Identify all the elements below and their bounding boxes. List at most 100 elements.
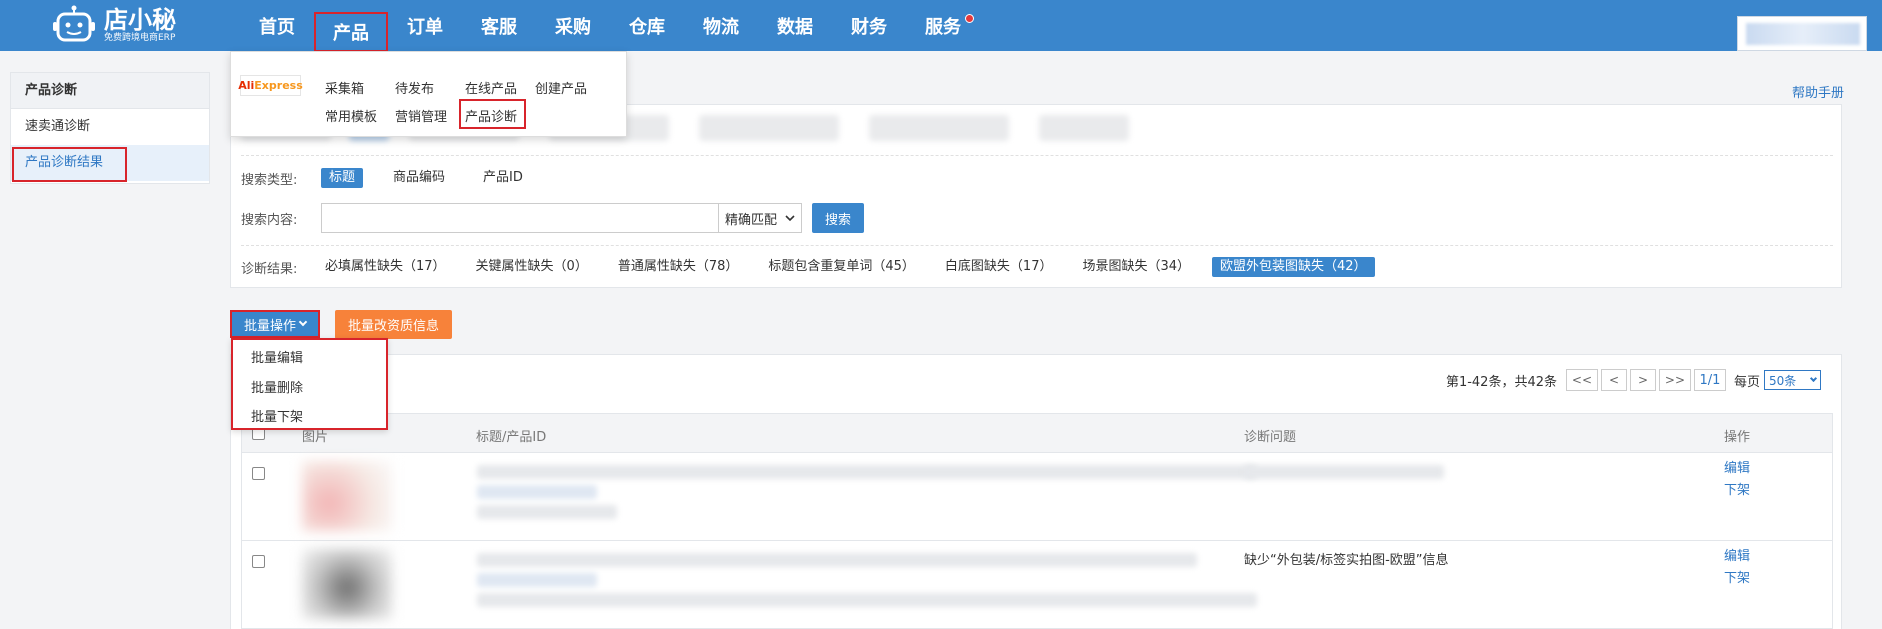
- col-ops: 操作: [1724, 430, 1751, 445]
- delist-link[interactable]: 下架: [1724, 568, 1750, 590]
- menu-batch-edit[interactable]: 批量编辑: [251, 347, 303, 366]
- result-normal-attr[interactable]: 普通属性缺失（78）: [610, 257, 747, 277]
- nav-warehouse[interactable]: 仓库: [610, 0, 684, 51]
- brand-subtitle: 免费跨境电商ERP: [104, 32, 176, 43]
- menu-pending-publish[interactable]: 待发布: [395, 78, 434, 97]
- nav-products[interactable]: 产品: [314, 12, 388, 52]
- batch-edit-qualification-button[interactable]: 批量改资质信息: [335, 310, 452, 339]
- robot-logo-icon: [52, 5, 96, 45]
- aliexpress-logo[interactable]: Ali Express: [238, 75, 303, 96]
- blurred-product-id: [477, 505, 617, 519]
- nav-orders[interactable]: 订单: [388, 0, 462, 51]
- highlight-outline: [12, 147, 127, 182]
- search-content-label: 搜索内容:: [241, 212, 298, 228]
- page-indicator: 1/1: [1693, 369, 1726, 391]
- match-mode-value: 精确匹配: [725, 212, 778, 228]
- product-thumbnail[interactable]: [302, 461, 392, 531]
- batch-operations-button[interactable]: 批量操作: [230, 310, 320, 338]
- top-navbar: 店小秘 免费跨境电商ERP 首页 产品 订单 客服 采购 仓库 物流 数据 财务…: [0, 0, 1882, 52]
- blurred-issue: [1244, 465, 1444, 479]
- divider: [241, 245, 1833, 246]
- search-input[interactable]: [321, 203, 718, 233]
- page-prev-button[interactable]: <: [1600, 369, 1627, 391]
- page-last-button[interactable]: >>: [1658, 369, 1691, 391]
- search-button[interactable]: 搜索: [812, 203, 864, 233]
- nav-data[interactable]: 数据: [758, 0, 832, 51]
- nav-logistics[interactable]: 物流: [684, 0, 758, 51]
- edit-link[interactable]: 编辑: [1724, 546, 1750, 568]
- row-checkbox[interactable]: [252, 467, 265, 480]
- blurred-store[interactable]: [699, 115, 839, 141]
- menu-templates[interactable]: 常用模板: [325, 106, 377, 125]
- nav-services[interactable]: 服务: [906, 0, 980, 51]
- menu-online-products[interactable]: 在线产品: [465, 78, 517, 97]
- diagnosis-issue-text: 缺少“外包装/标签实拍图-欧盟”信息: [1244, 553, 1449, 568]
- table-header: 图片 标题/产品ID 诊断问题 操作: [241, 413, 1833, 453]
- result-required-attr[interactable]: 必填属性缺失（17）: [317, 257, 454, 277]
- filter-row-search-content: 搜索内容: 精确匹配 搜索: [241, 203, 864, 233]
- per-page-value: 50条: [1769, 373, 1797, 388]
- page-first-button[interactable]: <<: [1565, 369, 1598, 391]
- search-type-title[interactable]: 标题: [321, 168, 364, 188]
- help-manual-link[interactable]: 帮助手册: [1792, 82, 1844, 101]
- row-checkbox[interactable]: [252, 555, 265, 568]
- result-label: 诊断结果:: [241, 261, 298, 277]
- logo-part-a: Ali: [238, 79, 255, 92]
- blurred-title[interactable]: [477, 553, 1197, 567]
- edit-link[interactable]: 编辑: [1724, 458, 1750, 480]
- result-key-attr[interactable]: 关键属性缺失（0）: [468, 257, 596, 277]
- blurred-product-id: [477, 485, 597, 499]
- blurred-title[interactable]: [477, 465, 1257, 479]
- product-thumbnail[interactable]: [302, 549, 392, 619]
- nav-customer-service[interactable]: 客服: [462, 0, 536, 51]
- table-row: 编辑 下架: [241, 453, 1833, 541]
- sidebar-item-aliexpress-diagnosis[interactable]: 速卖通诊断: [11, 109, 209, 145]
- main-nav: 首页 产品 订单 客服 采购 仓库 物流 数据 财务 服务: [240, 0, 980, 52]
- result-white-bg-image[interactable]: 白底图缺失（17）: [937, 257, 1061, 277]
- menu-collect-box[interactable]: 采集箱: [325, 78, 364, 97]
- filter-row-search-type: 搜索类型: 标题 商品编码 产品ID: [241, 168, 553, 188]
- menu-batch-delist[interactable]: 批量下架: [251, 406, 303, 425]
- nav-services-label: 服务: [925, 16, 961, 38]
- divider: [241, 155, 1833, 156]
- chevron-down-icon: [1809, 374, 1818, 383]
- account-name-blurred: [1746, 23, 1860, 45]
- match-mode-select[interactable]: 精确匹配: [718, 203, 802, 233]
- brand-logo[interactable]: 店小秘 免费跨境电商ERP: [52, 3, 192, 47]
- page-next-button[interactable]: >: [1629, 369, 1656, 391]
- blurred-product-id: [477, 573, 597, 587]
- per-page-label: 每页: [1733, 374, 1760, 390]
- nav-purchasing[interactable]: 采购: [536, 0, 610, 51]
- account-box[interactable]: [1737, 16, 1867, 51]
- chevron-down-icon: [298, 317, 308, 327]
- sidebar-header: 产品诊断: [11, 73, 209, 109]
- menu-marketing[interactable]: 营销管理: [395, 106, 447, 125]
- pagination-summary: 第1-42条，共42条: [1445, 374, 1557, 390]
- product-table-panel: 第1-42条，共42条 << < > >> 1/1 每页 50条 图片 标题/产…: [230, 354, 1842, 629]
- highlight-outline: [459, 99, 526, 129]
- batch-operations-label: 批量操作: [243, 318, 296, 334]
- blurred-store[interactable]: [1039, 115, 1129, 141]
- filter-row-results: 诊断结果: 必填属性缺失（17） 关键属性缺失（0） 普通属性缺失（78） 标题…: [241, 257, 1397, 277]
- blurred-store[interactable]: [869, 115, 1009, 141]
- notification-dot-icon: [965, 14, 974, 23]
- chevron-down-icon: [785, 215, 795, 222]
- per-page-select[interactable]: 50条: [1764, 370, 1821, 390]
- batch-operations-menu: 批量编辑 批量删除 批量下架: [231, 338, 388, 430]
- result-eu-package-image[interactable]: 欧盟外包装图缺失（42）: [1212, 257, 1375, 277]
- table-row: 缺少“外包装/标签实拍图-欧盟”信息 编辑 下架: [241, 541, 1833, 629]
- menu-create-product[interactable]: 创建产品: [535, 78, 587, 97]
- nav-home[interactable]: 首页: [240, 0, 314, 51]
- search-type-label: 搜索类型:: [241, 172, 298, 188]
- product-dropdown-menu: Ali Express 采集箱 待发布 在线产品 创建产品 常用模板 营销管理 产…: [230, 51, 627, 137]
- result-scene-image[interactable]: 场景图缺失（34）: [1074, 257, 1198, 277]
- nav-finance[interactable]: 财务: [832, 0, 906, 51]
- search-type-product-id[interactable]: 产品ID: [475, 168, 531, 188]
- search-type-sku[interactable]: 商品编码: [385, 168, 453, 188]
- menu-batch-delete[interactable]: 批量删除: [251, 377, 303, 396]
- logo-part-b: Express: [254, 79, 303, 92]
- result-title-duplicate[interactable]: 标题包含重复单词（45）: [760, 257, 923, 277]
- col-issue: 诊断问题: [1244, 430, 1297, 445]
- delist-link[interactable]: 下架: [1724, 480, 1750, 502]
- col-title: 标题/产品ID: [476, 430, 547, 445]
